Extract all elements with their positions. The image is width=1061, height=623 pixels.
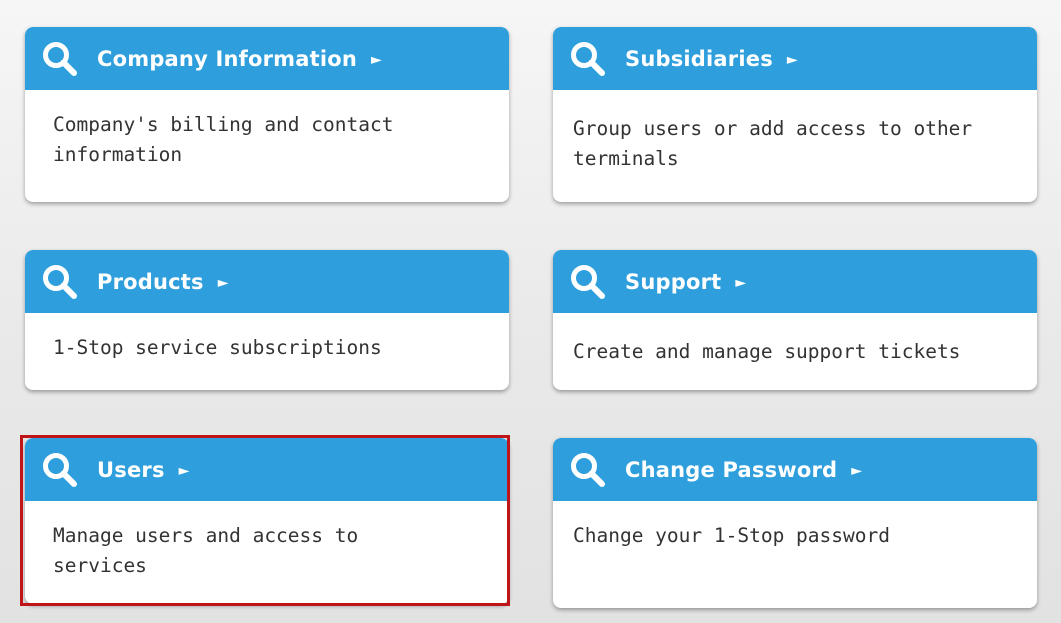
card-users[interactable]: Users ► Manage users and access to servi… <box>25 438 509 604</box>
card-title: Subsidiaries <box>625 46 773 71</box>
card-header[interactable]: Change Password ► <box>553 438 1037 501</box>
arrow-right-icon: ► <box>178 462 190 479</box>
card-title: Support <box>625 269 722 294</box>
card-title: Users <box>97 457 165 482</box>
card-description: 1-Stop service subscriptions <box>53 336 382 359</box>
card-products[interactable]: Products ► 1-Stop service subscriptions <box>25 250 509 390</box>
card-title: Products <box>97 269 204 294</box>
card-change-password[interactable]: Change Password ► Change your 1-Stop pas… <box>553 438 1037 608</box>
card-header[interactable]: Users ► <box>25 438 509 501</box>
card-header[interactable]: Company Information ► <box>25 27 509 90</box>
card-header[interactable]: Support ► <box>553 250 1037 313</box>
search-icon <box>43 452 77 487</box>
card-description: Create and manage support tickets <box>573 340 961 363</box>
card-header[interactable]: Products ► <box>25 250 509 313</box>
search-icon <box>571 264 605 299</box>
arrow-right-icon: ► <box>851 462 863 479</box>
card-title: Company Information <box>97 46 358 71</box>
search-icon <box>571 41 605 76</box>
search-icon <box>571 452 605 487</box>
card-title: Change Password <box>625 457 838 482</box>
card-header[interactable]: Subsidiaries ► <box>553 27 1037 90</box>
card-company-information[interactable]: Company Information ► Company's billing … <box>25 27 509 202</box>
search-icon <box>43 264 77 299</box>
card-description: Company's billing and contact informatio… <box>53 113 394 166</box>
arrow-right-icon: ► <box>217 274 229 291</box>
arrow-right-icon: ► <box>735 274 747 291</box>
search-icon <box>43 41 77 76</box>
card-description: Group users or add access to other termi… <box>573 117 973 170</box>
card-description: Change your 1-Stop password <box>573 524 890 547</box>
dashboard-grid: Company Information ► Company's billing … <box>0 0 1061 623</box>
card-support[interactable]: Support ► Create and manage support tick… <box>553 250 1037 390</box>
card-subsidiaries[interactable]: Subsidiaries ► Group users or add access… <box>553 27 1037 202</box>
arrow-right-icon: ► <box>371 51 382 68</box>
card-description: Manage users and access to services <box>53 524 359 577</box>
arrow-right-icon: ► <box>786 51 798 68</box>
